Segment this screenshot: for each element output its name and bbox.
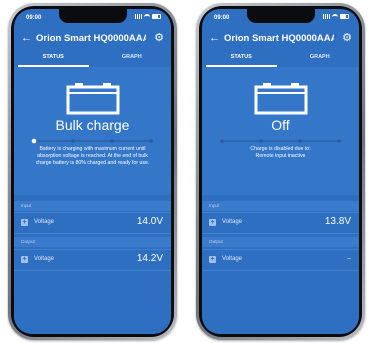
wifi-icon: [144, 14, 150, 19]
input-voltage-label: Voltage: [222, 219, 243, 225]
wifi-icon: [332, 14, 338, 19]
app-screen-right: 09:00 ← Orion Smart HQ0000AAA... ⚙ STATU…: [202, 9, 359, 334]
tab-status[interactable]: STATUS: [202, 51, 281, 67]
input-voltage-label: Voltage: [34, 219, 55, 225]
status-time: 09:00: [26, 15, 42, 21]
input-voltage-row[interactable]: + Voltage 14.0V: [14, 212, 171, 234]
stage-dot-float: [298, 139, 302, 143]
input-voltage-value: 13.8V: [324, 216, 351, 227]
status-indicators: [323, 14, 349, 19]
description-line: Remote input inactive: [255, 153, 306, 159]
phone-notch: [58, 9, 127, 23]
arrow-left-icon[interactable]: ←: [21, 31, 32, 45]
plus-icon[interactable]: +: [21, 256, 28, 263]
signal-icon: [323, 14, 330, 19]
plus-icon[interactable]: +: [21, 219, 28, 226]
app-header: ← Orion Smart HQ0000AAA... ⚙: [202, 27, 359, 51]
app-header: ← Orion Smart HQ0000AAA... ⚙: [14, 27, 171, 51]
output-voltage-label: Voltage: [222, 256, 243, 262]
tab-graph[interactable]: GRAPH: [281, 51, 360, 67]
input-voltage-row[interactable]: + Voltage 13.8V: [202, 212, 359, 234]
output-voltage-row[interactable]: + Voltage --: [202, 249, 359, 271]
output-section-header: Output: [14, 237, 171, 247]
charger-state-panel: Off Charge is disabled due to: Remote in…: [202, 67, 359, 195]
phone-frame-right: 09:00 ← Orion Smart HQ0000AAA... ⚙ STATU…: [196, 3, 365, 340]
stage-dot-float: [110, 139, 114, 143]
description-line: absorption voltage is reached. At the en…: [37, 153, 148, 159]
description-line: charge battery is 80% charged and ready …: [35, 160, 150, 166]
output-voltage-value: --: [347, 256, 351, 262]
charge-stage-indicator: [220, 139, 341, 143]
stage-dot-storage: [337, 139, 341, 143]
page-title: Orion Smart HQ0000AAA...: [36, 33, 146, 44]
stage-dot-absorption: [71, 139, 75, 143]
status-time: 09:00: [214, 15, 230, 21]
input-voltage-value: 14.0V: [136, 216, 163, 227]
output-voltage-row[interactable]: + Voltage 14.2V: [14, 249, 171, 271]
app-screen-left: 09:00 ← Orion Smart HQ0000AAA... ⚙ STATU…: [14, 9, 171, 334]
tab-bar: STATUS GRAPH: [14, 51, 171, 67]
stage-dot-bulk: [31, 138, 37, 144]
battery-icon: [66, 83, 119, 115]
tab-bar: STATUS GRAPH: [202, 51, 359, 67]
battery-status-icon: [152, 14, 161, 19]
arrow-left-icon[interactable]: ←: [209, 31, 220, 45]
description-line: Charge is disabled due to:: [250, 146, 311, 152]
state-description: Charge is disabled due to: Remote input …: [212, 146, 349, 160]
state-description: Battery is charging with maximum current…: [24, 146, 161, 167]
output-section-header: Output: [202, 237, 359, 247]
charge-state-label: Bulk charge: [55, 117, 130, 133]
battery-icon: [254, 83, 307, 115]
charge-state-label: Off: [271, 117, 290, 133]
tab-status[interactable]: STATUS: [14, 51, 93, 67]
output-voltage-label: Voltage: [34, 256, 55, 262]
stage-dot-storage: [149, 139, 153, 143]
stage-dot-absorption: [259, 139, 263, 143]
input-section-header: Input: [202, 201, 359, 211]
charger-state-panel: Bulk charge Battery is charging with max…: [14, 67, 171, 195]
gear-icon[interactable]: ⚙: [342, 31, 352, 45]
comparison-stage: 09:00 ← Orion Smart HQ0000AAA... ⚙ STATU…: [0, 0, 368, 343]
signal-icon: [135, 14, 142, 19]
output-voltage-value: 14.2V: [136, 253, 163, 264]
stage-dot-bulk: [220, 139, 224, 143]
tab-graph[interactable]: GRAPH: [93, 51, 172, 67]
status-indicators: [135, 14, 161, 19]
plus-icon[interactable]: +: [209, 256, 216, 263]
input-section-header: Input: [14, 201, 171, 211]
description-line: Battery is charging with maximum current…: [39, 146, 146, 152]
plus-icon[interactable]: +: [209, 219, 216, 226]
phone-notch: [246, 9, 315, 23]
battery-status-icon: [340, 14, 349, 19]
gear-icon[interactable]: ⚙: [154, 31, 164, 45]
phone-frame-left: 09:00 ← Orion Smart HQ0000AAA... ⚙ STATU…: [8, 3, 177, 340]
page-title: Orion Smart HQ0000AAA...: [224, 33, 334, 44]
charge-stage-indicator: [31, 138, 153, 144]
